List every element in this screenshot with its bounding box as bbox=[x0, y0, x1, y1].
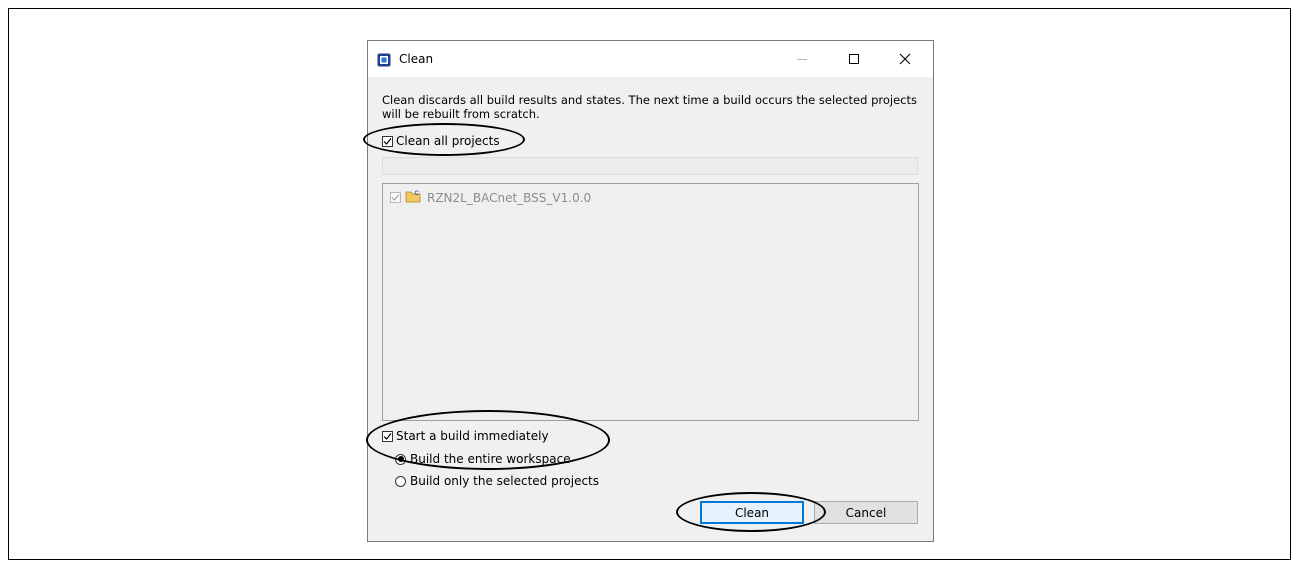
checkbox-checked-icon[interactable] bbox=[382, 135, 393, 147]
cancel-button[interactable]: Cancel bbox=[814, 501, 918, 524]
project-list: C RZN2L_BACnet_BSS_V1.0.0 bbox=[382, 183, 919, 421]
dialog-description: Clean discards all build results and sta… bbox=[382, 93, 917, 121]
radio-unselected-icon[interactable] bbox=[395, 475, 406, 487]
radio-selected-icon[interactable] bbox=[395, 453, 406, 465]
list-item: C RZN2L_BACnet_BSS_V1.0.0 bbox=[390, 189, 591, 206]
title-bar[interactable]: Clean bbox=[368, 41, 933, 77]
checkbox-checked-icon[interactable] bbox=[382, 430, 393, 442]
c-project-folder-icon: C bbox=[405, 189, 423, 206]
start-build-checkbox[interactable]: Start a build immediately bbox=[382, 429, 549, 443]
eclipse-app-icon bbox=[377, 53, 391, 67]
clean-dialog: Clean Clean discards all build results a… bbox=[367, 40, 934, 542]
build-selected-projects-label: Build only the selected projects bbox=[410, 474, 600, 488]
clean-button[interactable]: Clean bbox=[700, 501, 804, 524]
clean-all-projects-label: Clean all projects bbox=[396, 134, 500, 148]
minimize-icon bbox=[797, 59, 807, 60]
maximize-button[interactable] bbox=[831, 41, 877, 77]
build-selected-projects-radio[interactable]: Build only the selected projects bbox=[395, 474, 599, 488]
build-entire-workspace-radio[interactable]: Build the entire workspace bbox=[395, 452, 571, 466]
minimize-button[interactable] bbox=[779, 41, 825, 77]
maximize-icon bbox=[849, 54, 859, 64]
close-icon bbox=[899, 53, 911, 65]
start-build-label: Start a build immediately bbox=[396, 429, 549, 443]
checkbox-disabled-icon bbox=[390, 192, 401, 203]
clean-all-projects-checkbox[interactable]: Clean all projects bbox=[382, 134, 500, 148]
window-title: Clean bbox=[399, 52, 434, 66]
svg-text:C: C bbox=[415, 191, 420, 197]
project-name-label: RZN2L_BACnet_BSS_V1.0.0 bbox=[427, 190, 592, 205]
close-button[interactable] bbox=[882, 41, 928, 77]
build-entire-workspace-label: Build the entire workspace bbox=[410, 452, 571, 466]
project-filter-input bbox=[382, 157, 918, 175]
